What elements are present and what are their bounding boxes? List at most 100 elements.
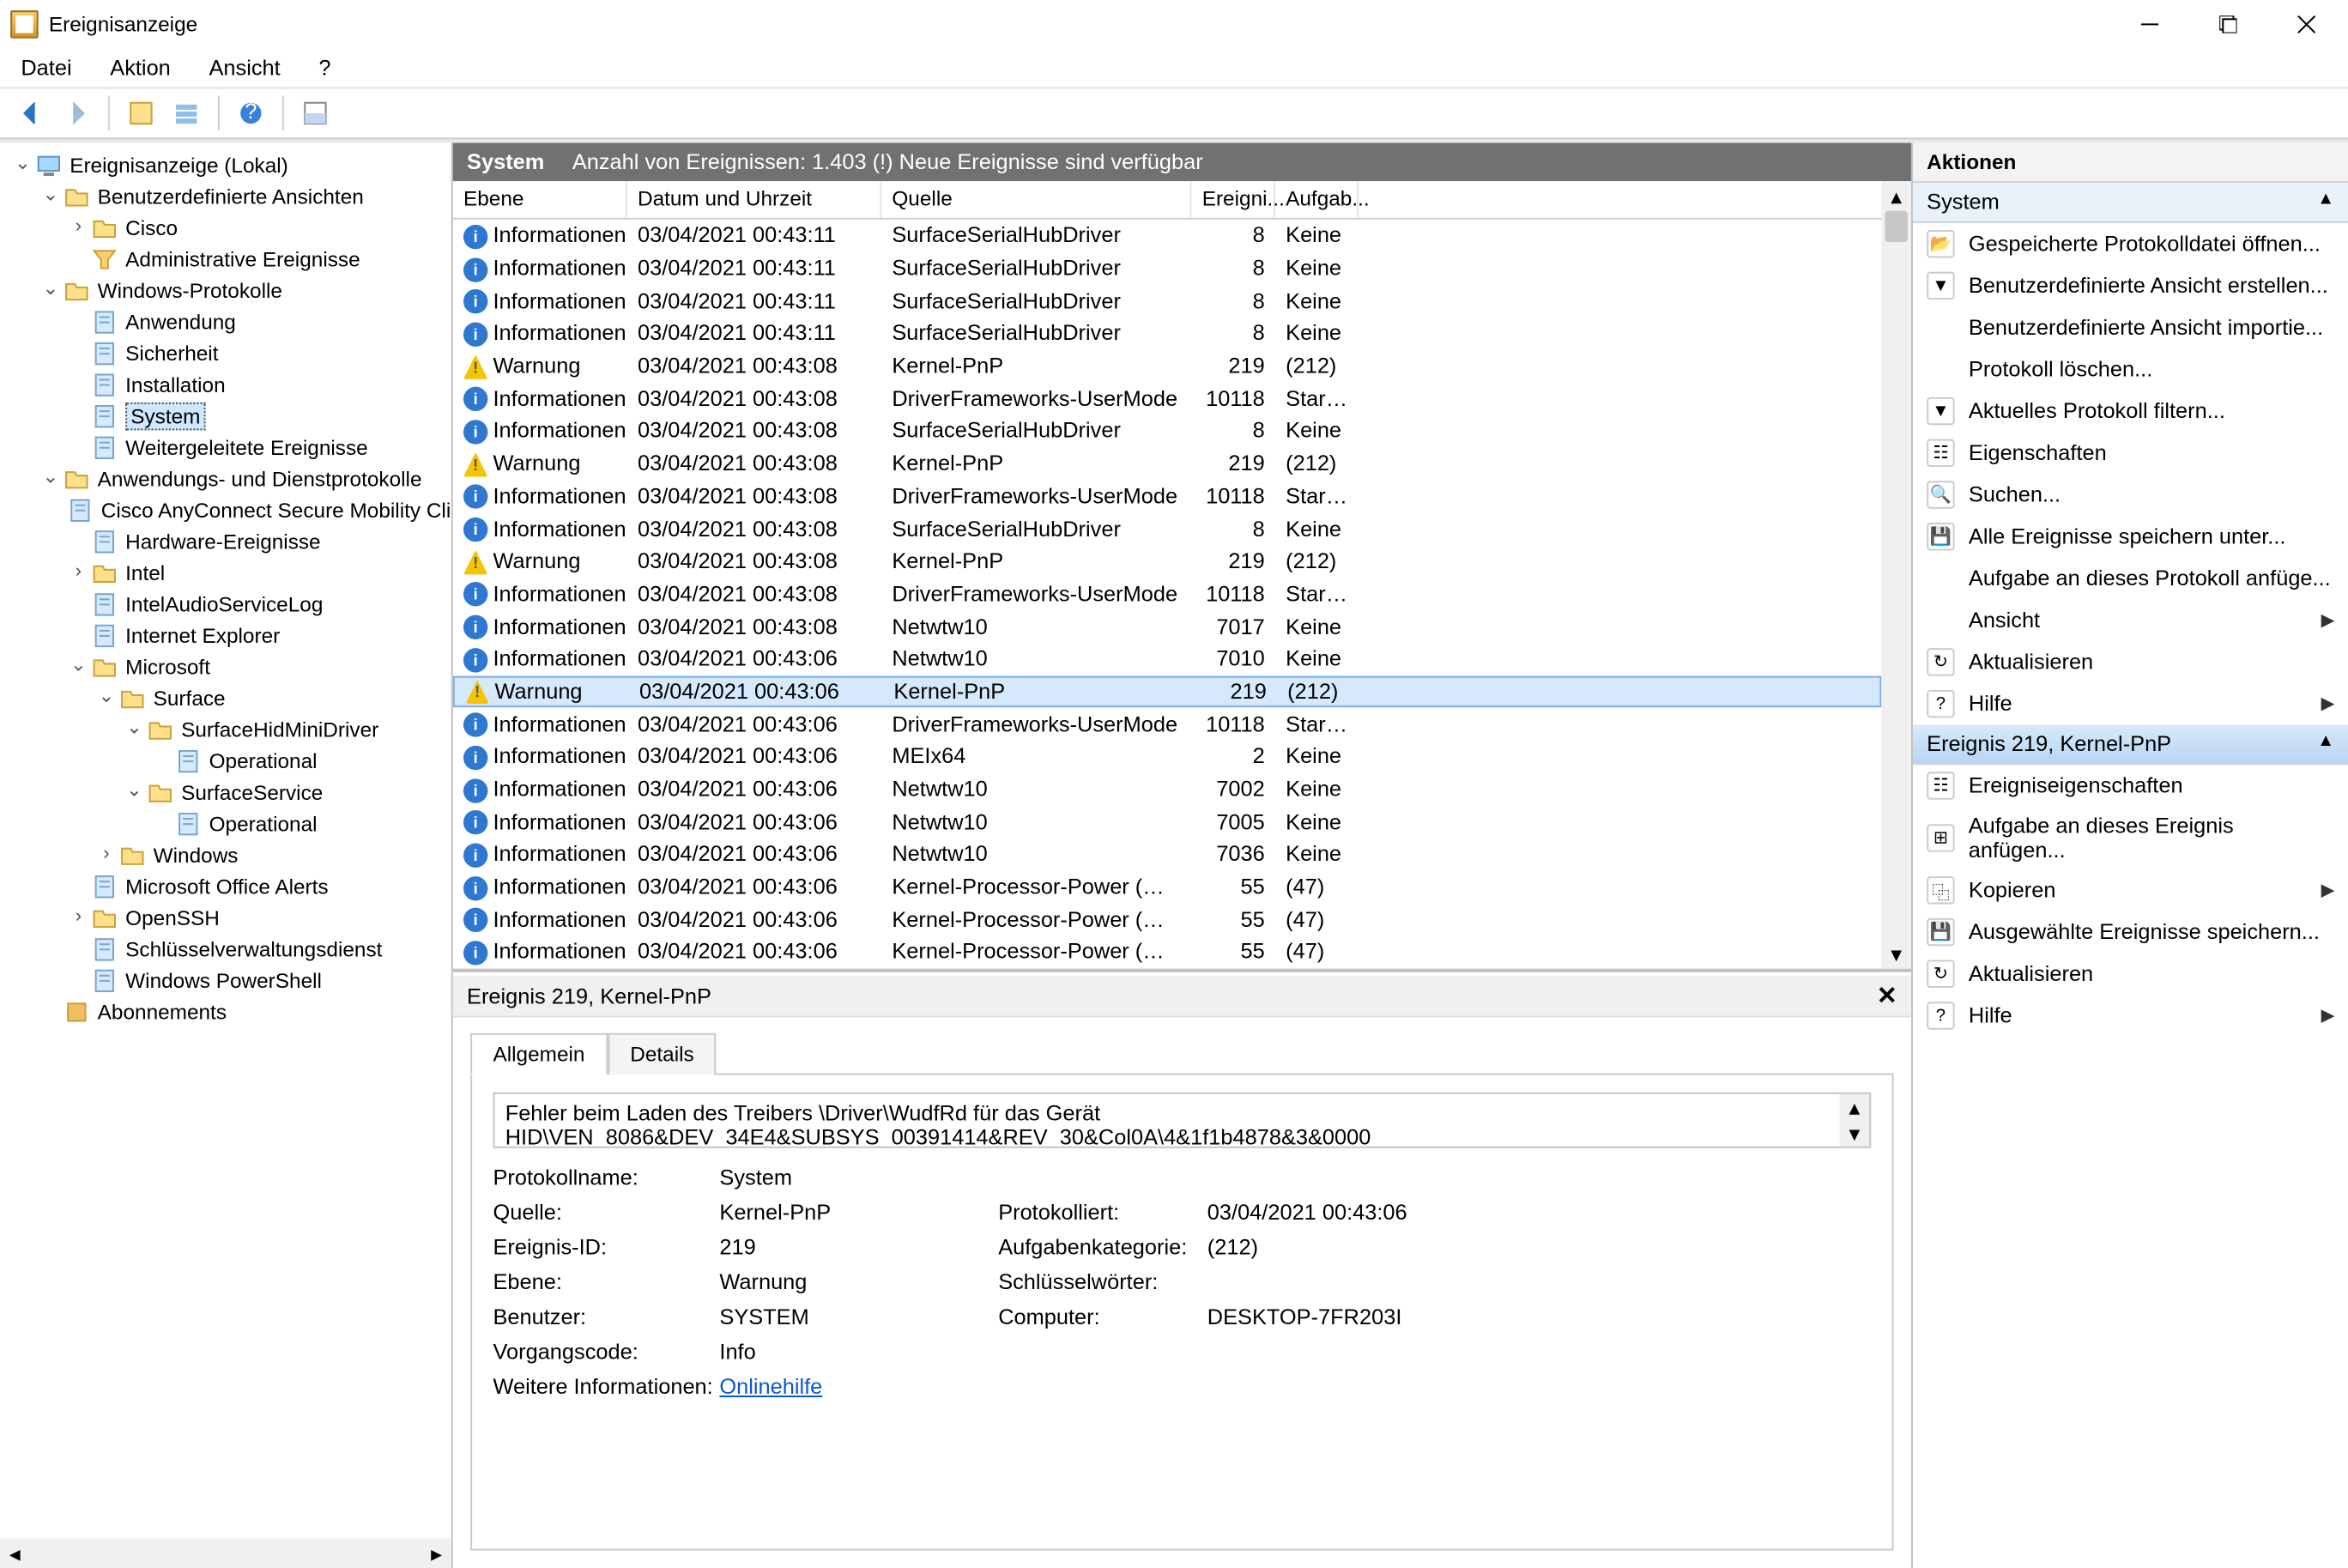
tree-item[interactable]: ›Intel [3,558,451,590]
table-row[interactable]: iInformationen03/04/2021 00:43:11Surface… [453,220,1882,252]
tree-item[interactable]: Operational [3,746,451,778]
detail-close-button[interactable]: ✕ [1877,981,1897,1011]
action-item[interactable]: Protokoll löschen... [1913,348,2348,390]
action-item[interactable]: ☷Eigenschaften [1913,432,2348,474]
tree-item[interactable]: IntelAudioServiceLog [3,589,451,621]
tree-item[interactable]: ›Cisco [3,213,451,245]
tree-item[interactable]: Operational [3,808,451,840]
table-row[interactable]: !Warnung03/04/2021 00:43:08Kernel-PnP219… [453,545,1882,578]
tree-expand-icon[interactable]: › [66,909,90,928]
tree-expand-icon[interactable]: › [66,219,90,238]
tree-expand-icon[interactable]: ⌄ [94,689,118,708]
table-row[interactable]: iInformationen03/04/2021 00:43:08DriverF… [453,382,1882,415]
tree-item[interactable]: ⌄Surface [3,683,451,715]
menu-action[interactable]: Aktion [103,52,178,84]
back-icon[interactable] [10,93,52,135]
actions-section-system[interactable]: System▲ [1913,183,2348,223]
menu-file[interactable]: Datei [14,52,78,84]
tree-expand-icon[interactable]: ⌄ [10,156,34,175]
action-item[interactable]: ▼Aktuelles Protokoll filtern... [1913,390,2348,433]
tree-h-scrollbar[interactable]: ◂▸ [0,1538,451,1568]
tree-item[interactable]: Abonnements [3,996,451,1028]
tree-item[interactable]: ⌄Anwendungs- und Dienstprotokolle [3,463,451,495]
table-row[interactable]: iInformationen03/04/2021 00:43:11Surface… [453,285,1882,318]
tree-item[interactable]: Hardware-Ereignisse [3,526,451,558]
tree-item[interactable]: System [3,401,451,433]
action-item[interactable]: 💾Ausgewählte Ereignisse speichern... [1913,911,2348,954]
tree-item[interactable]: ⌄Windows-Protokolle [3,275,451,307]
tree-expand-icon[interactable]: ⌄ [39,469,63,488]
close-button[interactable] [2266,0,2345,49]
tab-general[interactable]: Allgemein [470,1033,608,1075]
tab-details[interactable]: Details [608,1033,717,1075]
action-item[interactable]: ☷Ereigniseigenschaften [1913,765,2348,807]
actions-section-event[interactable]: Ereignis 219, Kernel-PnP▲ [1913,724,2348,765]
tree-expand-icon[interactable]: ⌄ [39,187,63,206]
tree-item[interactable]: Weitergeleitete Ereignisse [3,432,451,463]
table-row[interactable]: iInformationen03/04/2021 00:43:06DriverF… [453,708,1882,741]
tree-item[interactable]: ›OpenSSH [3,903,451,935]
menu-view[interactable]: Ansicht [202,52,287,84]
action-item[interactable]: ▼Benutzerdefinierte Ansicht erstellen... [1913,265,2348,307]
minimize-button[interactable] [2109,0,2188,49]
tree-item[interactable]: Windows PowerShell [3,966,451,997]
table-row[interactable]: iInformationen03/04/2021 00:43:06Kernel-… [453,903,1882,935]
tree-item[interactable]: Cisco AnyConnect Secure Mobility Clie [3,495,451,527]
action-item[interactable]: ?Hilfe▶ [1913,683,2348,725]
tree-item[interactable]: Schlüsselverwaltungsdienst [3,934,451,966]
help-icon[interactable]: ? [230,93,272,135]
detail-desc-scrollbar[interactable]: ▴▾ [1840,1094,1870,1147]
table-row[interactable]: iInformationen03/04/2021 00:43:08Surface… [453,512,1882,545]
tree-item[interactable]: Sicherheit [3,338,451,370]
action-item[interactable]: ⊞Aufgabe an dieses Ereignis anfügen... [1913,807,2348,869]
table-row[interactable]: iInformationen03/04/2021 00:43:06Netwtw1… [453,643,1882,675]
tree-item[interactable]: Administrative Ereignisse [3,244,451,275]
tree-expand-icon[interactable]: ⌄ [122,720,146,739]
tree-item[interactable]: Microsoft Office Alerts [3,871,451,903]
preview-icon[interactable] [294,93,336,135]
grid-columns[interactable]: Ebene Datum und Uhrzeit Quelle Ereigni..… [453,181,1882,220]
action-item[interactable]: ?Hilfe▶ [1913,995,2348,1037]
tree-item[interactable]: ⌄Microsoft [3,651,451,683]
action-item[interactable]: ⿻Kopieren▶ [1913,869,2348,911]
tree-item[interactable]: ›Windows [3,839,451,871]
table-row[interactable]: iInformationen03/04/2021 00:43:06Netwtw1… [453,806,1882,838]
tree-expand-icon[interactable]: › [94,846,118,865]
table-row[interactable]: iInformationen03/04/2021 00:43:06Kernel-… [453,935,1882,968]
tree-item[interactable]: ⌄SurfaceService [3,777,451,808]
action-item[interactable]: 🔍Suchen... [1913,474,2348,516]
grid-v-scrollbar[interactable]: ▴ ▾ [1881,181,1911,969]
table-row[interactable]: iInformationen03/04/2021 00:43:08Netwtw1… [453,610,1882,643]
list-icon[interactable] [166,93,208,135]
tree-item[interactable]: ⌄Ereignisanzeige (Lokal) [3,150,451,182]
online-help-link[interactable]: Onlinehilfe [719,1375,822,1399]
table-row[interactable]: iInformationen03/04/2021 00:43:08DriverF… [453,578,1882,610]
tree-item[interactable]: Internet Explorer [3,621,451,652]
tree-item[interactable]: Installation [3,369,451,401]
tree-expand-icon[interactable]: ⌄ [66,657,90,676]
table-row[interactable]: !Warnung03/04/2021 00:43:08Kernel-PnP219… [453,350,1882,383]
table-row[interactable]: !Warnung03/04/2021 00:43:08Kernel-PnP219… [453,447,1882,480]
tree-item[interactable]: ⌄Benutzerdefinierte Ansichten [3,181,451,213]
table-icon[interactable] [120,93,162,135]
action-item[interactable]: Benutzerdefinierte Ansicht importie... [1913,306,2348,348]
action-item[interactable]: Ansicht▶ [1913,599,2348,641]
tree-item[interactable]: ⌄SurfaceHidMiniDriver [3,714,451,746]
table-row[interactable]: iInformationen03/04/2021 00:43:11Surface… [453,252,1882,285]
table-row[interactable]: iInformationen03/04/2021 00:43:08Surface… [453,415,1882,447]
action-item[interactable]: ↻Aktualisieren [1913,953,2348,995]
table-row[interactable]: iInformationen03/04/2021 00:43:08DriverF… [453,480,1882,512]
table-row[interactable]: iInformationen03/04/2021 00:43:06Netwtw1… [453,838,1882,871]
table-row[interactable]: iInformationen03/04/2021 00:43:06Kernel-… [453,870,1882,903]
action-item[interactable]: 📂Gespeicherte Protokolldatei öffnen... [1913,223,2348,265]
tree-expand-icon[interactable]: ⌄ [39,282,63,300]
menu-help[interactable]: ? [312,52,337,84]
action-item[interactable]: ↻Aktualisieren [1913,641,2348,683]
maximize-button[interactable] [2188,0,2266,49]
table-row[interactable]: !Warnung03/04/2021 00:43:06Kernel-PnP219… [453,675,1882,708]
forward-icon[interactable] [56,93,98,135]
action-item[interactable]: Aufgabe an dieses Protokoll anfüge... [1913,558,2348,600]
table-row[interactable]: iInformationen03/04/2021 00:43:06MEIx642… [453,741,1882,773]
tree-expand-icon[interactable]: › [66,564,90,583]
tree-item[interactable]: Anwendung [3,306,451,338]
